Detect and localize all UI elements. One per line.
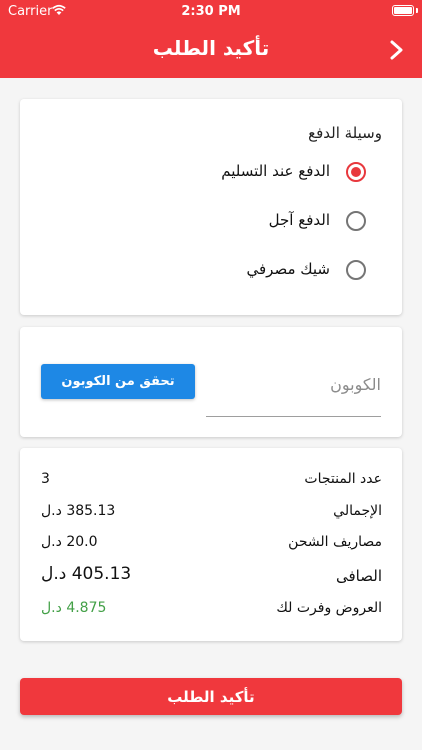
battery-icon [392, 5, 414, 16]
battery-tip [416, 8, 418, 13]
summary-row-savings: العروض وفرت لك 4.875 د.ل [20, 593, 402, 623]
summary-label: الإجمالي [333, 503, 382, 519]
summary-value: 20.0 د.ل [41, 534, 98, 550]
radio-unchecked-icon[interactable] [346, 211, 366, 231]
status-time: 2:30 PM [181, 4, 241, 19]
summary-row-total: الإجمالي 385.13 د.ل [20, 496, 402, 526]
summary-label: الصافى [336, 567, 382, 585]
summary-label: عدد المنتجات [304, 471, 382, 487]
coupon-card: تحقق من الكوبون [20, 327, 402, 437]
coupon-input[interactable] [206, 371, 381, 397]
order-summary-card: عدد المنتجات 3 الإجمالي 385.13 د.ل مصاري… [20, 448, 402, 641]
payment-option-cheque[interactable]: شيك مصرفي [20, 250, 402, 290]
summary-label: مصاريف الشحن [288, 534, 382, 550]
summary-row-net: الصافى 405.13 د.ل [20, 560, 402, 590]
summary-label: العروض وفرت لك [276, 600, 382, 616]
coupon-field[interactable] [206, 357, 381, 417]
page-title: تأكيد الطلب [152, 36, 270, 60]
payment-method-title: وسيلة الدفع [308, 124, 382, 142]
radio-unchecked-icon[interactable] [346, 260, 366, 280]
confirm-order-button[interactable]: تأكيد الطلب [20, 678, 402, 715]
summary-value: 385.13 د.ل [41, 503, 116, 519]
summary-value: 4.875 د.ل [41, 600, 107, 616]
payment-option-deferred[interactable]: الدفع آجل [20, 201, 402, 241]
payment-option-label: الدفع عند التسليم [221, 162, 330, 180]
radio-checked-icon[interactable] [346, 162, 366, 182]
status-bar: Carrier 2:30 PM [0, 0, 422, 22]
app-header: Carrier 2:30 PM تأكيد الطلب [0, 0, 422, 78]
summary-value: 3 [41, 471, 50, 487]
payment-option-cod[interactable]: الدفع عند التسليم [20, 152, 402, 192]
payment-method-card: وسيلة الدفع الدفع عند التسليم الدفع آجل … [20, 99, 402, 315]
chevron-right-icon[interactable] [386, 38, 406, 62]
verify-coupon-button[interactable]: تحقق من الكوبون [41, 364, 195, 399]
payment-option-label: الدفع آجل [268, 211, 330, 229]
summary-row-products-count: عدد المنتجات 3 [20, 464, 402, 494]
payment-option-label: شيك مصرفي [246, 260, 331, 278]
summary-row-shipping: مصاريف الشحن 20.0 د.ل [20, 527, 402, 557]
summary-value: 405.13 د.ل [41, 564, 132, 584]
